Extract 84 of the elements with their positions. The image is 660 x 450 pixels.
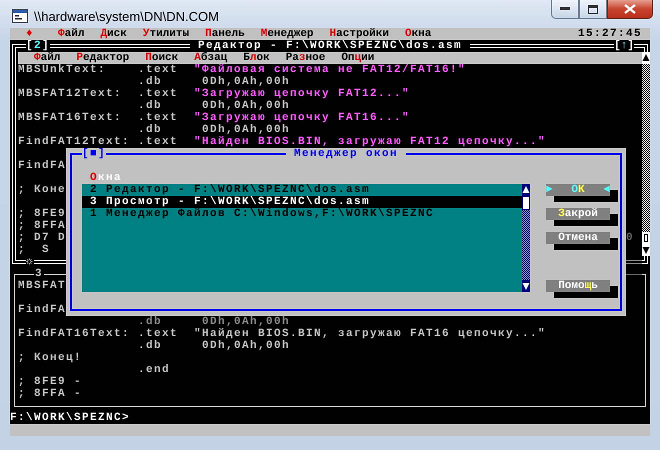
menu-item[interactable]: Разное [286, 52, 326, 64]
code-directive: .db [138, 124, 164, 136]
list-item[interactable]: 2 Редактор - F:\WORK\SPEZNC\dos.asm [82, 184, 522, 196]
window-number[interactable]: [2] [26, 40, 50, 52]
menu-item[interactable]: Опции [341, 52, 374, 64]
code-directive: .text [138, 88, 180, 100]
code-label: MBSFAT12Text: [18, 88, 122, 100]
close-icon [624, 4, 636, 14]
code-text: 0 [626, 232, 634, 244]
code-operand: "Файловая система не FAT12/FAT16!" [194, 64, 468, 76]
scrollbar[interactable] [642, 52, 650, 256]
menu-item[interactable]: Панель [205, 28, 245, 40]
menu-item[interactable]: Окна [404, 28, 432, 40]
scroll-thumb[interactable] [523, 197, 529, 209]
code-label: ; S [18, 244, 50, 256]
code-label: ; Конец! [18, 352, 82, 364]
menu-item[interactable]: Редактор [76, 52, 130, 64]
zoom-button[interactable]: [↑] [614, 40, 634, 52]
maximize-button[interactable] [579, 0, 607, 19]
code-directive: .end [138, 364, 172, 376]
code-label: FindFAT16Text: [18, 328, 130, 340]
code-label: MBSUnkText: [18, 64, 106, 76]
menu-item[interactable]: Блок [243, 52, 270, 64]
code-label: FindFAT12Text: [18, 136, 130, 148]
dialog-button[interactable]: Помощь [546, 280, 610, 292]
up-arrow-icon[interactable] [642, 52, 650, 64]
menu-item[interactable]: Настройки [330, 28, 389, 40]
code-operand: "Загружаю цепочку FAT12..." [194, 88, 412, 100]
clock: 15:27:45 [578, 28, 642, 40]
menu-item[interactable]: Файл [58, 28, 84, 40]
list-label: Окна [90, 172, 122, 184]
code-directive: .text [138, 64, 180, 76]
window-title: Редактор - F:\WORK\SPEZNC\dos.asm [190, 40, 470, 52]
code-operand: 0Dh,0Ah,00h [202, 124, 292, 136]
code-label: ; 8FFA [18, 220, 66, 232]
list-item[interactable]: 3 Просмотр - F:\WORK\SPEZNC\dos.asm [82, 196, 522, 208]
down-arrow-icon[interactable] [522, 280, 530, 292]
close-box[interactable]: [■] [82, 148, 106, 160]
close-button[interactable] [607, 0, 653, 19]
dialog-button[interactable]: ► ОК ◄ [546, 184, 610, 196]
code-operand: 0Dh,0Ah,00h [202, 340, 292, 352]
code-directive: .db [138, 340, 164, 352]
menu-item[interactable]: Файл [34, 52, 60, 64]
code-label: ; D7 D [18, 232, 66, 244]
dialog-button[interactable]: Закрой [546, 208, 610, 220]
code-directive: .text [138, 328, 180, 340]
code-label: FindFA [18, 160, 66, 172]
dialog-button[interactable]: Отмена [546, 232, 610, 244]
code-label: ; 8FE9 [18, 208, 66, 220]
code-label: ; 8FFA - [18, 388, 82, 400]
menu-item[interactable]: Абзац [194, 52, 228, 64]
code-label: FindFA [18, 304, 66, 316]
minimize-icon [560, 7, 570, 11]
code-operand: 0Dh,0Ah,00h [202, 316, 292, 328]
code-operand: 0Dh,0Ah,00h [202, 100, 292, 112]
code-label: MBSFAT [18, 280, 66, 292]
maximize-icon [588, 4, 598, 14]
code-label: ; Коне [18, 184, 66, 196]
command-prompt: F:\WORK\SPEZNC> [10, 412, 130, 424]
menu-item[interactable]: Поиск [145, 52, 178, 64]
code-directive: .text [138, 136, 180, 148]
scroll-thumb[interactable] [642, 232, 650, 244]
code-operand: 0Dh,0Ah,00h [202, 76, 292, 88]
code-operand: "Найден BIOS.BIN, загружаю FAT16 цепочку..." [194, 328, 548, 340]
code-directive: .db [138, 316, 164, 328]
code-operand: "Найден BIOS.BIN, загружаю FAT12 цепочку..." [194, 136, 548, 148]
menu-item[interactable]: Менеджер [260, 28, 314, 40]
code-directive: .db [138, 100, 164, 112]
up-arrow-icon[interactable] [522, 184, 530, 196]
code-directive: .text [138, 112, 180, 124]
code-operand: "Загружаю цепочку FAT16..." [194, 112, 412, 124]
down-arrow-icon[interactable] [642, 244, 650, 256]
resize-glyph[interactable]: ☼ [26, 256, 34, 268]
code-directive: .db [138, 76, 164, 88]
code-label: MBSFAT16Text: [18, 112, 122, 124]
console-window-icon [12, 8, 28, 24]
scrollbar[interactable] [522, 184, 530, 292]
window-title: \\hardware\system\DN\DN.COM [34, 8, 219, 24]
dialog-title: Менеджер окон [286, 148, 406, 160]
minimize-button[interactable] [551, 0, 579, 19]
menu-item[interactable]: Диск [100, 28, 127, 40]
menu-item[interactable]: Утилиты [142, 28, 190, 40]
code-label: ; 8FE9 - [18, 376, 82, 388]
list-item[interactable]: 1 Менеджер Файлов C:\Windows,F:\WORK\SPEZNC [82, 208, 522, 220]
